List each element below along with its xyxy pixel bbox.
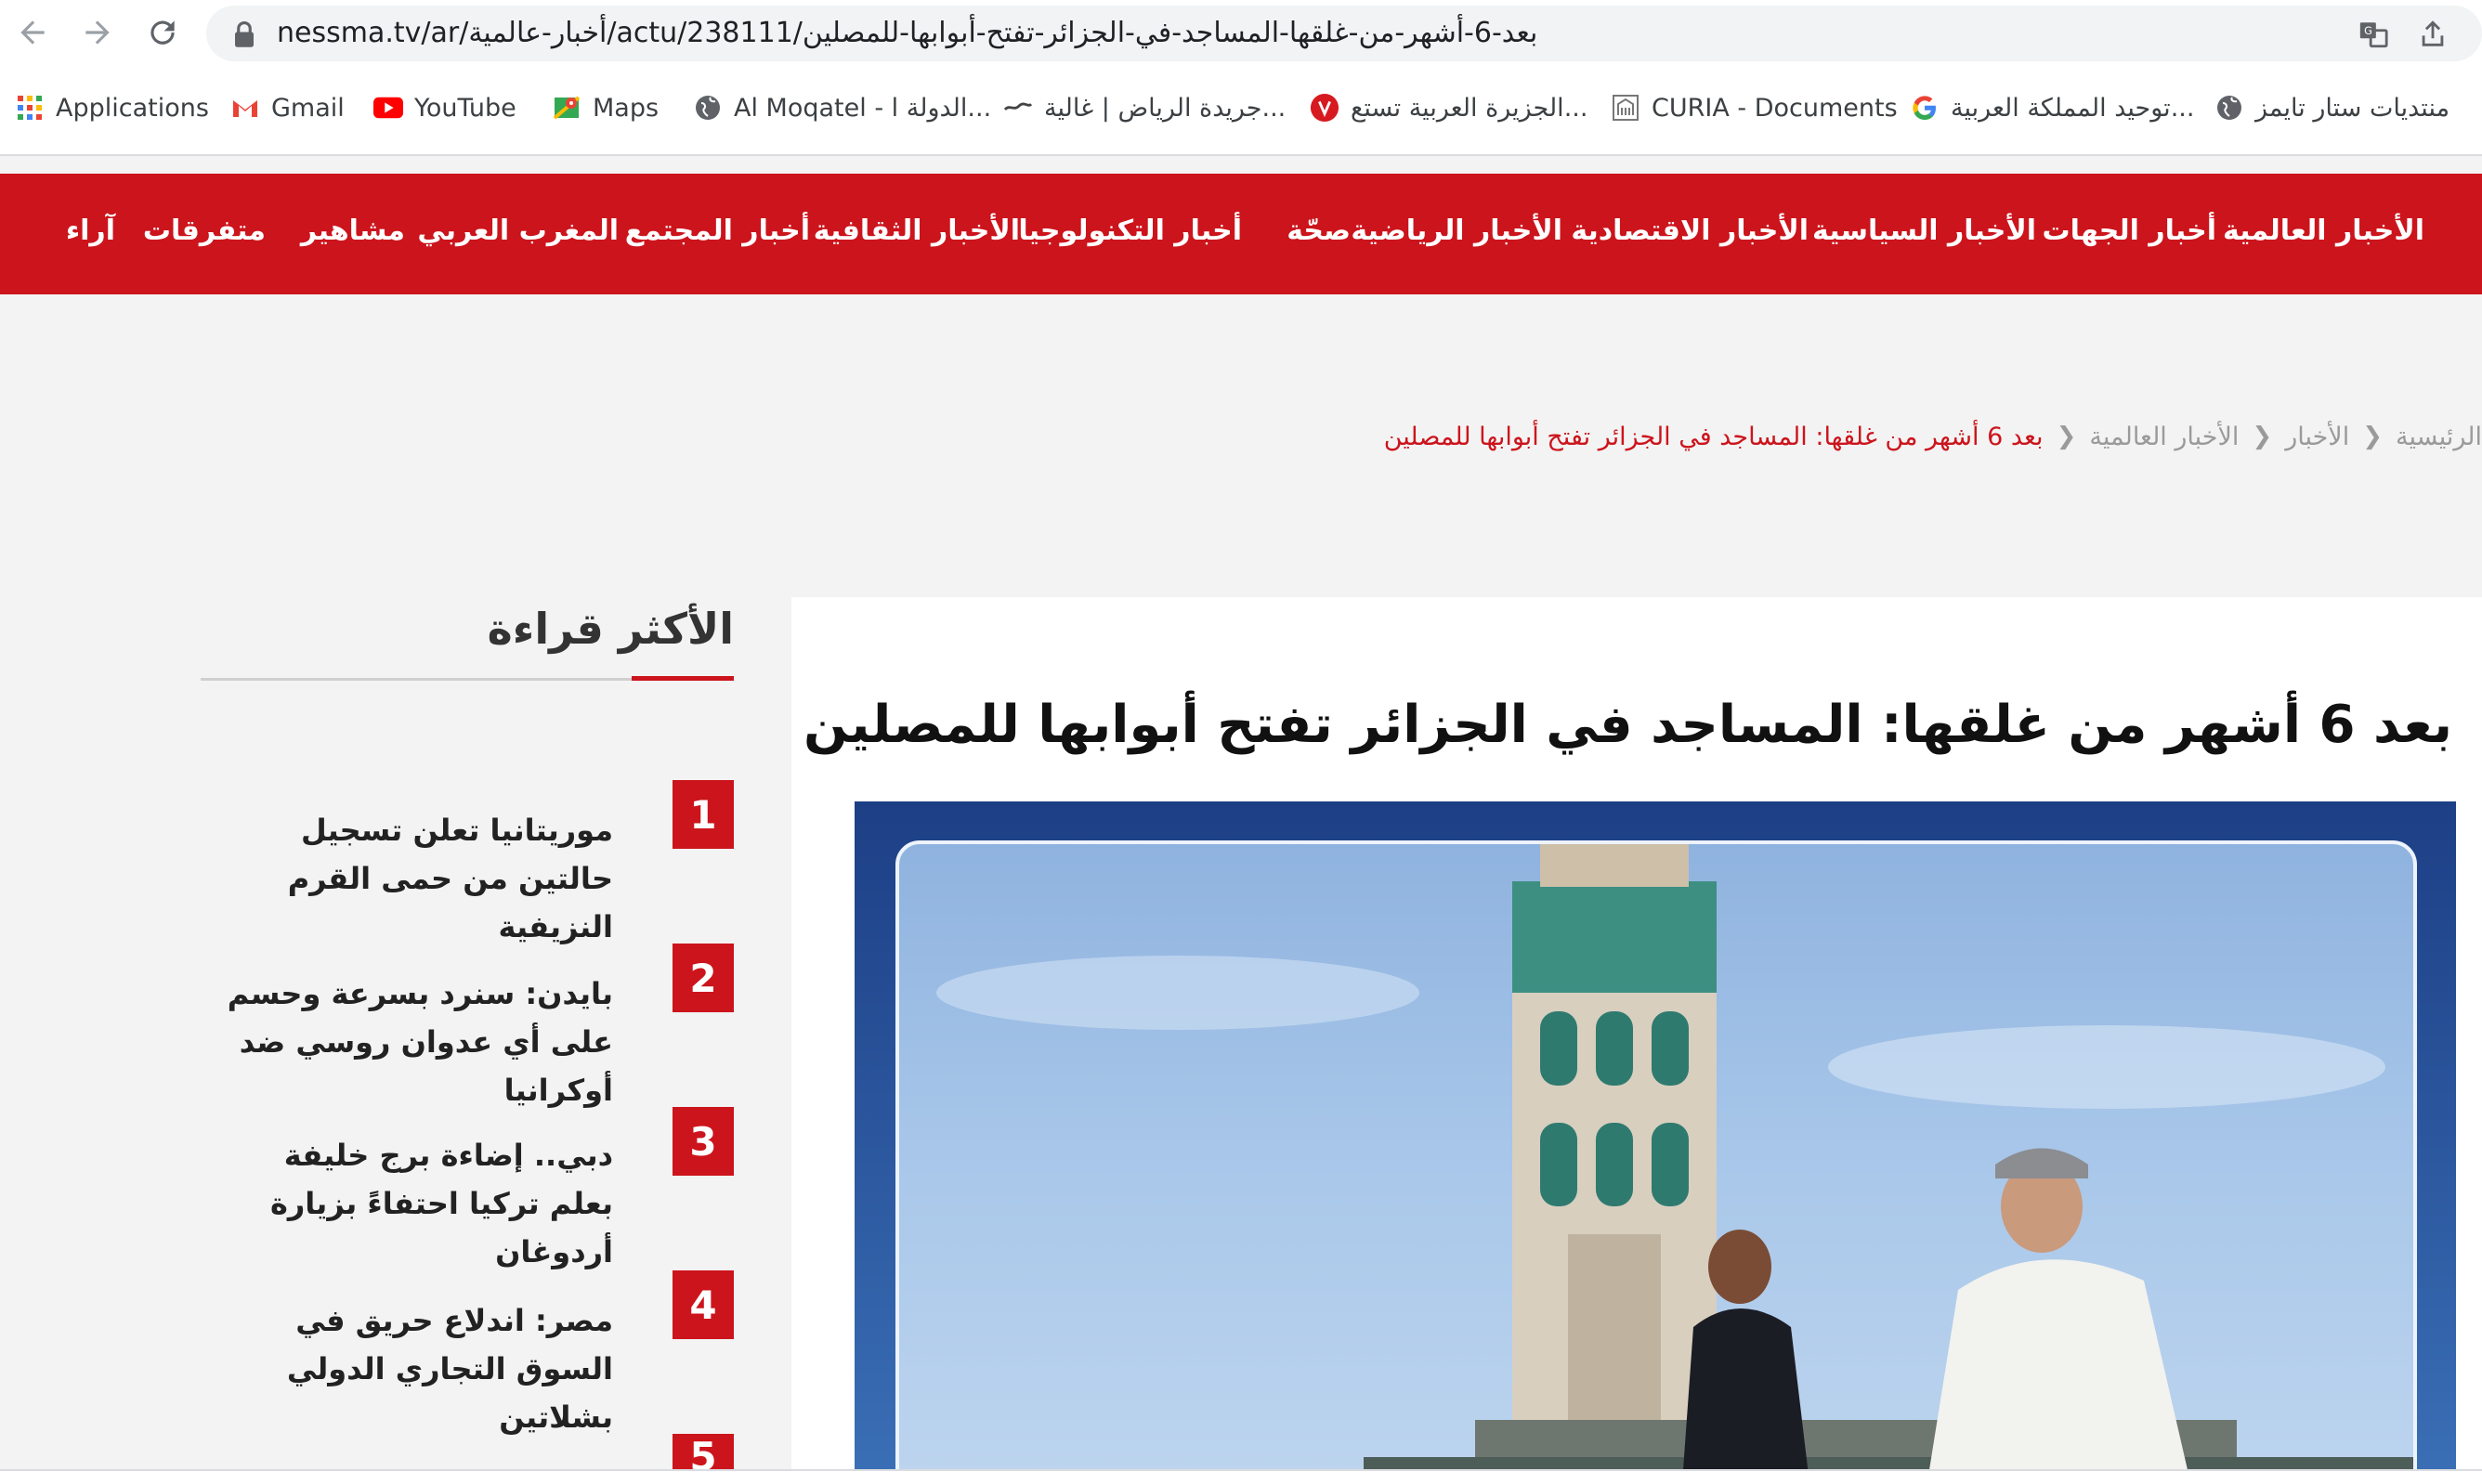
share-icon[interactable] bbox=[2417, 19, 2449, 50]
riyadh-icon bbox=[1003, 93, 1033, 123]
sidebar-divider-accent bbox=[632, 676, 734, 681]
rank-badge: 2 bbox=[673, 944, 734, 1012]
chevron-left-icon: ❮ bbox=[2362, 423, 2383, 450]
google-icon bbox=[1910, 93, 1940, 123]
apps-grid-icon bbox=[15, 93, 45, 123]
nav-item-misc[interactable]: متفرقات bbox=[143, 215, 266, 247]
gmail-icon bbox=[230, 93, 260, 123]
bookmark-curia[interactable]: CURIA - Documents bbox=[1611, 89, 1898, 126]
article-container: بعد 6 أشهر من غلقها: المساجد في الجزائر … bbox=[791, 597, 2482, 1482]
svg-text:G: G bbox=[2364, 24, 2372, 37]
browser-chrome: nessma.tv/ar/أخبار-عالمية/actu/238111/بع… bbox=[0, 0, 2482, 154]
bookmark-applications[interactable]: Applications bbox=[15, 89, 209, 126]
nav-item-opinions[interactable]: آراء bbox=[66, 215, 115, 247]
url-text: nessma.tv/ar/أخبار-عالمية/actu/238111/بع… bbox=[277, 17, 1538, 49]
aljazeera-icon bbox=[1310, 93, 1339, 123]
address-bar[interactable]: nessma.tv/ar/أخبار-عالمية/actu/238111/بع… bbox=[206, 6, 2482, 61]
nav-item-technology[interactable]: أخبار التكنولوجيا bbox=[1018, 215, 1242, 247]
rank-badge: 1 bbox=[673, 780, 734, 849]
nav-item-world-news[interactable]: الأخبار العالمية bbox=[2223, 215, 2424, 247]
curia-icon bbox=[1611, 93, 1640, 123]
most-read-sidebar: الأكثر قراءة 1 موريتانيا تعلن تسجيل حالت… bbox=[201, 594, 734, 1482]
rank-badge: 4 bbox=[673, 1270, 734, 1339]
back-button[interactable] bbox=[9, 9, 56, 56]
breadcrumb: الرئيسية ❮ الأخبار ❮ الأخبار العالمية ❮ … bbox=[1384, 416, 2482, 457]
nav-item-politics[interactable]: الأخبار السياسية bbox=[1812, 215, 2036, 247]
chrome-divider bbox=[0, 154, 2482, 156]
article-title: بعد 6 أشهر من غلقها: المساجد في الجزائر … bbox=[803, 695, 2452, 755]
main-nav: الأخبار العالمية أخبار الجهات الأخبار ال… bbox=[0, 174, 2482, 294]
reload-icon bbox=[150, 20, 175, 45]
rank-badge: 3 bbox=[673, 1107, 734, 1176]
breadcrumb-world-news[interactable]: الأخبار العالمية bbox=[2089, 423, 2239, 451]
nav-item-economy[interactable]: الأخبار الاقتصادية bbox=[1571, 215, 1809, 247]
bookmark-aljazeera[interactable]: الجزيرة العربية تستع... bbox=[1310, 89, 1587, 126]
nav-item-sports[interactable]: الأخبار الرياضية bbox=[1351, 215, 1562, 247]
bookmark-gmail[interactable]: Gmail bbox=[230, 89, 345, 126]
bookmarks-bar: Applications Gmail YouTube Maps Al Moqat… bbox=[0, 80, 2482, 136]
breadcrumb-news[interactable]: الأخبار bbox=[2285, 423, 2349, 451]
translate-icon[interactable]: G bbox=[2358, 19, 2389, 50]
nav-item-celebrities[interactable]: مشاهير bbox=[301, 215, 405, 247]
back-arrow-icon bbox=[20, 20, 45, 45]
rank-badge: 5 bbox=[673, 1434, 734, 1479]
forward-arrow-icon bbox=[85, 20, 110, 45]
bookmark-startimes[interactable]: منتديات ستار تايمز bbox=[2214, 89, 2449, 126]
nav-item-culture[interactable]: الأخبار الثقافية bbox=[814, 215, 1020, 247]
globe-icon bbox=[2214, 93, 2244, 123]
lock-icon bbox=[235, 20, 254, 47]
bookmark-maps[interactable]: Maps bbox=[552, 89, 659, 126]
bookmark-al-moqatel[interactable]: Al Moqatel - الدولة ا... bbox=[693, 89, 991, 126]
globe-icon bbox=[693, 93, 723, 123]
nav-item-regions[interactable]: أخبار الجهات bbox=[2042, 215, 2216, 247]
most-read-headline[interactable]: بايدن: سنرد بسرعة وحسم على أي عدوان روسي… bbox=[223, 970, 613, 1114]
mosque-photo-illustration bbox=[936, 844, 2413, 1482]
most-read-headline[interactable]: دبي.. إضاءة برج خليفة بعلم تركيا احتفاءً… bbox=[223, 1131, 613, 1276]
youtube-icon bbox=[373, 93, 403, 123]
article-image bbox=[855, 801, 2456, 1482]
breadcrumb-home[interactable]: الرئيسية bbox=[2396, 423, 2482, 451]
bookmark-riyadh[interactable]: جريدة الرياض | غالية... bbox=[1003, 89, 1286, 126]
chevron-left-icon: ❮ bbox=[2252, 423, 2273, 450]
chevron-left-icon: ❮ bbox=[2056, 423, 2077, 450]
most-read-title: الأكثر قراءة bbox=[487, 604, 734, 654]
image-frame bbox=[895, 840, 2417, 1482]
most-read-headline[interactable]: موريتانيا تعلن تسجيل حالتين من حمى القرم… bbox=[223, 806, 613, 951]
nav-item-maghreb[interactable]: المغرب العربي bbox=[417, 215, 619, 247]
most-read-headline[interactable]: مصر: اندلاع حريق في السوق التجاري الدولي… bbox=[223, 1296, 613, 1441]
nav-item-health[interactable]: صحّة bbox=[1287, 215, 1351, 247]
maps-icon bbox=[552, 93, 581, 123]
breadcrumb-current: بعد 6 أشهر من غلقها: المساجد في الجزائر … bbox=[1383, 422, 2044, 451]
forward-button[interactable] bbox=[74, 9, 121, 56]
bookmark-youtube[interactable]: YouTube bbox=[373, 89, 516, 126]
reload-button[interactable] bbox=[139, 9, 186, 56]
nav-item-society[interactable]: أخبار المجتمع bbox=[625, 215, 810, 247]
bookmark-google-tawheed[interactable]: توحيد المملكة العربية... bbox=[1910, 89, 2194, 126]
